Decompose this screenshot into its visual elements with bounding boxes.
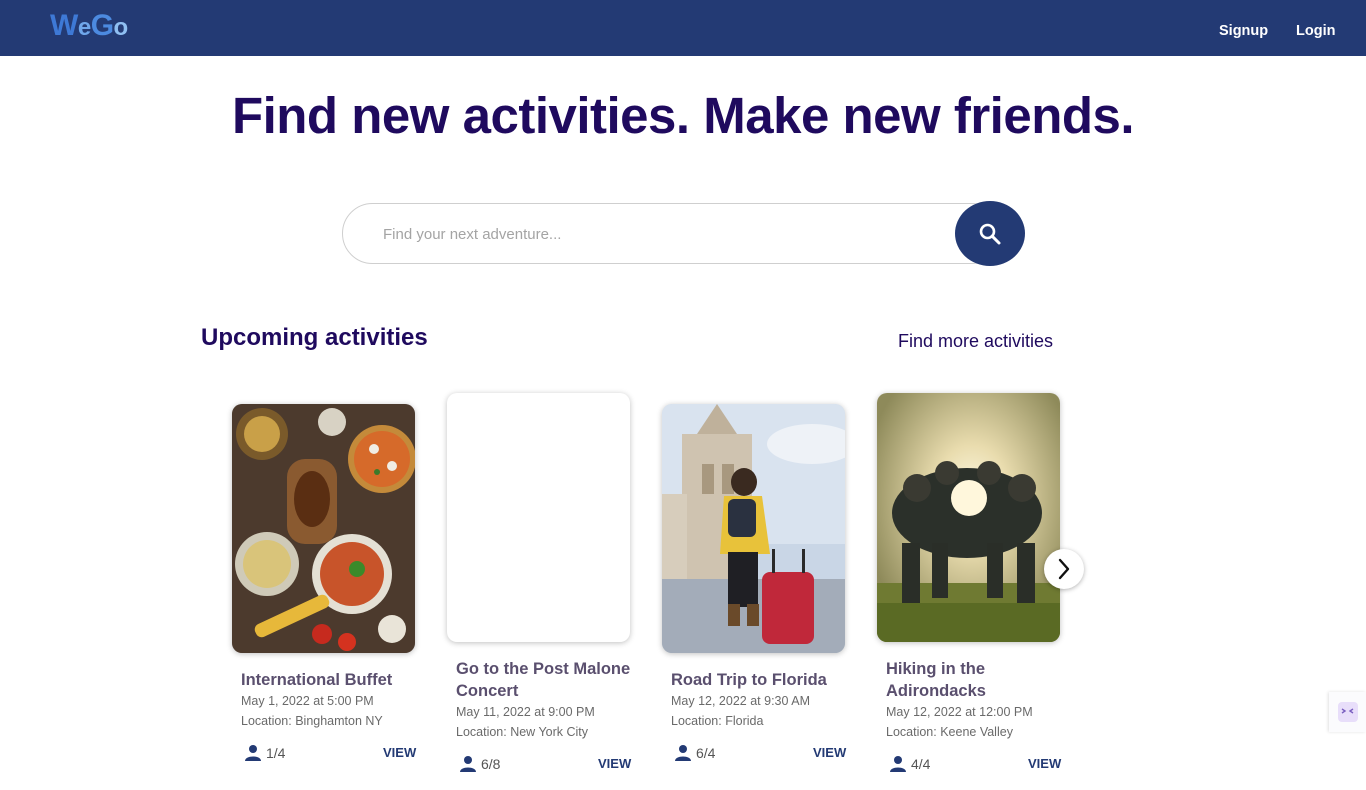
activity-image[interactable]: [447, 393, 630, 642]
wego-logo[interactable]: WeGo: [50, 9, 128, 43]
participant-count-text: 6/4: [696, 745, 716, 761]
signup-link[interactable]: Signup: [1219, 23, 1268, 39]
participant-count: 6/4: [674, 744, 715, 762]
navbar: WeGo Signup Login: [0, 0, 1366, 56]
participant-count-text: 1/4: [266, 745, 286, 761]
search-input[interactable]: [383, 223, 943, 245]
activity-title[interactable]: Hiking in the Adirondacks: [886, 658, 1086, 702]
chevron-right-icon: [1058, 558, 1070, 580]
view-button[interactable]: VIEW: [383, 745, 416, 760]
participant-count: 4/4: [889, 755, 930, 773]
person-icon: [890, 756, 906, 772]
person-icon: [675, 745, 691, 761]
search-icon: [979, 223, 1001, 244]
carousel-next-button[interactable]: [1044, 549, 1084, 589]
person-icon: [460, 756, 476, 772]
activity-image[interactable]: [662, 404, 845, 653]
view-button[interactable]: VIEW: [598, 756, 631, 771]
person-icon: [245, 745, 261, 761]
hero-title: Find new activities. Make new friends.: [231, 87, 1135, 144]
logo-letter-w: W: [50, 9, 78, 42]
search-button[interactable]: [955, 201, 1025, 266]
logo-letter-g: G: [90, 9, 114, 42]
search-bar: [342, 203, 1002, 264]
login-link[interactable]: Login: [1296, 23, 1335, 39]
participant-count: 6/8: [459, 755, 500, 773]
view-button[interactable]: VIEW: [1028, 756, 1061, 771]
dev-tools-widget[interactable]: [1329, 692, 1366, 732]
logo-letter-o: o: [113, 14, 129, 41]
logo-letter-e: e: [77, 14, 91, 41]
view-button[interactable]: VIEW: [813, 745, 846, 760]
activity-location: Location: New York City: [456, 725, 589, 739]
activity-image[interactable]: [877, 393, 1060, 642]
activity-location: Location: Keene Valley: [886, 725, 1013, 739]
activity-location: Location: Binghamton NY: [241, 714, 383, 728]
food-spread-image: [232, 404, 415, 653]
activity-date: May 12, 2022 at 12:00 PM: [886, 705, 1033, 719]
participant-count-text: 6/8: [481, 756, 501, 772]
activity-date: May 11, 2022 at 9:00 PM: [456, 705, 595, 719]
team-huddle-image: [877, 393, 1060, 642]
activity-location: Location: Florida: [671, 714, 764, 728]
find-more-activities-link[interactable]: Find more activities: [898, 331, 1053, 352]
traveler-image: [662, 404, 845, 653]
activity-date: May 12, 2022 at 9:30 AM: [671, 694, 810, 708]
activity-image[interactable]: [232, 404, 415, 653]
activity-date: May 1, 2022 at 5:00 PM: [241, 694, 374, 708]
section-title: Upcoming activities: [201, 324, 428, 351]
activity-card[interactable]: Go to the Post Malone Concert May 11, 20…: [447, 393, 667, 777]
participant-count: 1/4: [244, 744, 285, 762]
activity-card[interactable]: International Buffet May 1, 2022 at 5:00…: [232, 404, 452, 774]
activity-title[interactable]: International Buffet: [241, 669, 441, 691]
activity-title[interactable]: Road Trip to Florida: [671, 669, 871, 691]
terminal-icon: [1337, 702, 1358, 722]
activity-card[interactable]: Road Trip to Florida May 12, 2022 at 9:3…: [662, 404, 882, 774]
participant-count-text: 4/4: [911, 756, 931, 772]
activity-title[interactable]: Go to the Post Malone Concert: [456, 658, 656, 702]
